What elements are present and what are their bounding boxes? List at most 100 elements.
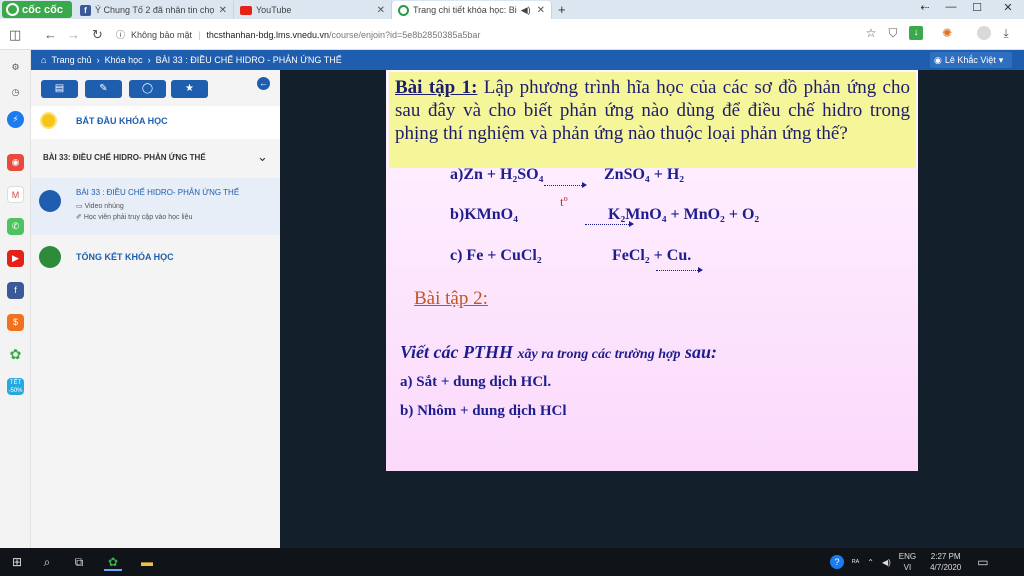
language-indicator[interactable]: ENG VI — [899, 551, 916, 573]
tab-facebook[interactable]: f Ý Chung Tố 2 đã nhân tin chọ ✕ — [74, 1, 234, 19]
coccoc-logo-icon — [6, 3, 19, 16]
summary-label: TỔNG KẾT KHÓA HỌC — [76, 252, 174, 262]
pen-icon: ✐ — [76, 214, 82, 221]
coccoc-icon — [398, 4, 409, 16]
search-icon[interactable]: ⌕ — [38, 553, 56, 571]
info-icon[interactable]: ⓘ — [116, 28, 125, 41]
book-button[interactable]: ▤ — [41, 80, 78, 98]
lesson-type-label: Video nhúng — [84, 203, 124, 210]
new-tab-button[interactable]: + — [558, 2, 566, 17]
lang-top: ENG — [898, 552, 917, 561]
arrow-icon — [585, 221, 635, 227]
tab-title: Trang chi tiết khóa học: Bi — [413, 5, 517, 15]
collapse-panel-button[interactable]: ← — [257, 77, 270, 90]
sidebar-panel-icon[interactable]: ◫ — [9, 27, 21, 43]
speaker-icon[interactable]: ◀) — [521, 5, 531, 16]
notes-button[interactable]: ✎ — [85, 80, 122, 98]
coccoc-sidebar-icon[interactable]: ✿ — [7, 346, 24, 363]
download-savior-icon[interactable]: ↓ — [909, 26, 923, 40]
chat-icon: ◯ — [141, 83, 154, 94]
comments-button[interactable]: ◯ — [129, 80, 166, 98]
clock[interactable]: 2:27 PM 4/7/2020 — [930, 551, 961, 573]
shopping-icon[interactable]: $ — [7, 314, 24, 331]
history-icon[interactable]: ◷ — [7, 84, 24, 101]
breadcrumb-course[interactable]: Khóa học — [105, 55, 143, 65]
coccoc-menu-button[interactable]: cốc cốc — [2, 1, 72, 18]
course-toolbar: ▤ ✎ ◯ ★ ← — [31, 70, 280, 106]
youtube-icon — [240, 5, 252, 15]
bookmark-star-icon[interactable]: ☆ — [864, 26, 878, 40]
download-icon[interactable]: ⤓ — [999, 26, 1013, 40]
person-icon[interactable]: ᴿᴬ — [852, 558, 859, 567]
prompt-mid: xãy ra trong các trường hợp — [517, 347, 681, 362]
arrow-icon — [544, 182, 587, 188]
youtube-sidebar-icon[interactable]: ▶ — [7, 250, 24, 267]
pencil-icon: ✎ — [99, 83, 108, 94]
close-tab-icon[interactable]: ✕ — [377, 5, 385, 16]
user-name: Lê Khắc Việt — [944, 55, 996, 65]
exercise-2-label: Bài tập 2: — [414, 288, 488, 309]
tab-course-detail[interactable]: Trang chi tiết khóa học: Bi ◀) ✕ — [392, 1, 552, 19]
windows-start-icon[interactable]: ⊞ — [8, 553, 26, 571]
music-icon[interactable]: ◉ — [7, 154, 24, 171]
arrow-icon — [655, 267, 703, 273]
section-header[interactable]: BÀI 33: ĐIỀU CHẾ HIDRO- PHẢN ỨNG THẾ ⌄ — [31, 147, 280, 169]
equation-b-condition: tº — [560, 194, 568, 209]
equation-b-left: b)KMnO₄ — [450, 206, 518, 223]
reload-icon[interactable]: ↻ — [92, 27, 103, 43]
help-icon[interactable]: ? — [830, 555, 844, 569]
security-label: Không bảo mật — [131, 29, 193, 40]
tab-youtube[interactable]: YouTube ✕ — [234, 1, 392, 19]
course-panel: ▤ ✎ ◯ ★ ← BẮT ĐẦU KHÓA HỌC BÀI 33: ĐIỀU … — [31, 70, 280, 548]
site-breadcrumb: ⌂ Trang chủ › Khóa học › BÀI 33 : ĐIỀU C… — [31, 50, 1024, 70]
back-arrow-icon[interactable]: ← — [44, 27, 57, 42]
shield-icon[interactable]: ⛉ — [886, 26, 900, 40]
user-menu[interactable]: ◉ Lê Khắc Việt ▾ — [930, 52, 1012, 68]
minimize-button[interactable]: — — [938, 1, 964, 13]
forward-arrow-icon[interactable]: → — [67, 27, 80, 42]
tab-title: Ý Chung Tố 2 đã nhân tin chọ — [95, 5, 215, 15]
chevron-up-icon[interactable]: ⌃ — [867, 558, 874, 567]
close-tab-icon[interactable]: ✕ — [537, 5, 545, 16]
summary-dot-icon — [39, 246, 61, 268]
coccoc-taskbar-icon[interactable]: ✿ — [104, 553, 122, 571]
close-tab-icon[interactable]: ✕ — [219, 5, 227, 16]
chevron-down-icon: ▾ — [998, 54, 1004, 65]
breadcrumb-home[interactable]: Trang chủ — [51, 55, 91, 65]
task-view-icon[interactable]: ⧉ — [70, 553, 88, 571]
settings-gear-icon[interactable]: ⚙ — [7, 59, 24, 76]
facebook-sidebar-icon[interactable]: f — [7, 282, 24, 299]
maximize-button[interactable]: ☐ — [964, 1, 990, 14]
equation-c-left: c) Fe + CuCl₂ — [450, 247, 542, 264]
exercise-2-a: a) Sắt + dung dịch HCl. — [400, 374, 552, 390]
arrow-left-icon: ← — [259, 78, 268, 88]
gmail-icon[interactable]: M — [7, 186, 24, 203]
section-label: BÀI 33: ĐIỀU CHẾ HIDRO- PHẢN ỨNG THẾ — [43, 153, 206, 162]
file-explorer-icon[interactable]: ▬ — [138, 553, 156, 571]
close-window-button[interactable]: ✕ — [995, 1, 1021, 14]
extension-icon[interactable]: ✺ — [940, 26, 954, 40]
user-icon: ◉ — [934, 54, 942, 65]
start-course-item[interactable]: BẮT ĐẦU KHÓA HỌC — [31, 106, 280, 139]
tab-title: YouTube — [256, 5, 292, 15]
chevron-down-icon: ⌄ — [257, 149, 268, 164]
sale-badge-icon[interactable]: TẾT -50% — [7, 378, 24, 395]
lesson-type: ▭ Video nhúng — [76, 202, 124, 210]
breadcrumb-lesson[interactable]: BÀI 33 : ĐIỀU CHẾ HIDRO - PHẢN ỨNG THẾ — [156, 55, 342, 65]
book-icon: ▤ — [54, 83, 65, 94]
chevron-right-icon: › — [147, 55, 151, 65]
chat-app-icon[interactable]: ✆ — [7, 218, 24, 235]
notification-icon[interactable]: ▭ — [977, 555, 988, 569]
star-icon: ★ — [185, 83, 194, 94]
lesson-item[interactable]: BÀI 33 : ĐIỀU CHẾ HIDRO- PHẢN ỨNG THẾ ▭ … — [31, 178, 280, 235]
prompt-lead: Viết các PTHH — [400, 342, 513, 362]
url-field[interactable]: ⓘ Không bảo mật | thcsthanhan-bdg.lms.vn… — [116, 24, 886, 45]
messenger-icon[interactable]: ⚡ — [7, 111, 24, 128]
profile-avatar-icon[interactable] — [977, 26, 991, 40]
favorite-button[interactable]: ★ — [171, 80, 208, 98]
tab-bar: cốc cốc f Ý Chung Tố 2 đã nhân tin chọ ✕ Y… — [0, 0, 1024, 19]
summary-item[interactable]: TỔNG KẾT KHÓA HỌC — [31, 242, 280, 272]
speaker-icon[interactable]: ◀) — [882, 558, 891, 567]
equation-a-left: a)Zn + H₂SO₄ — [450, 166, 544, 183]
sidebar-toggle-button[interactable]: ⇠ — [912, 1, 938, 14]
